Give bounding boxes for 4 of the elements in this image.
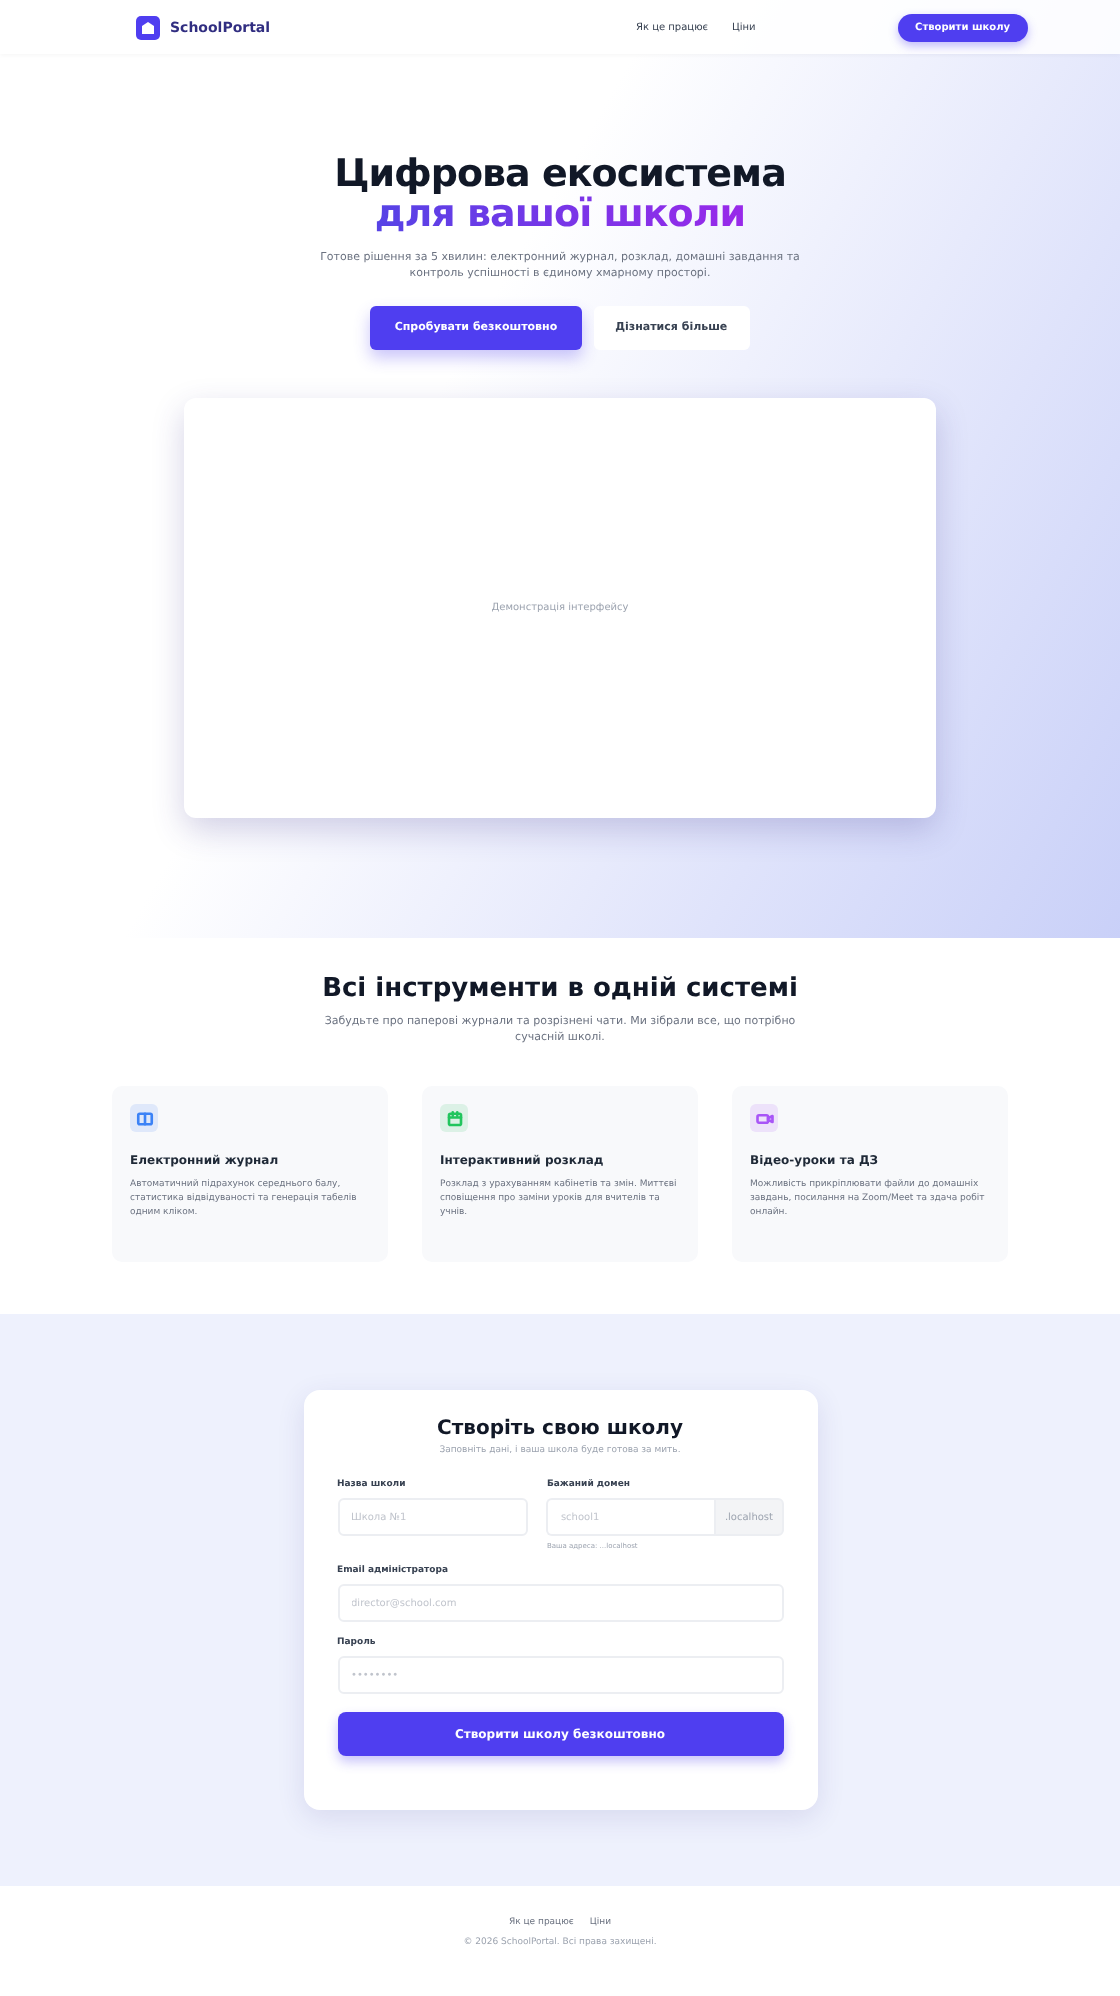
hero-title: Цифрова екосистема для вашої школи (334, 154, 786, 234)
form-title: Створіть свою школу (435, 1418, 685, 1440)
school-logo-icon (136, 15, 160, 39)
features-title: Всі інструменти в одній системі (322, 974, 798, 1004)
